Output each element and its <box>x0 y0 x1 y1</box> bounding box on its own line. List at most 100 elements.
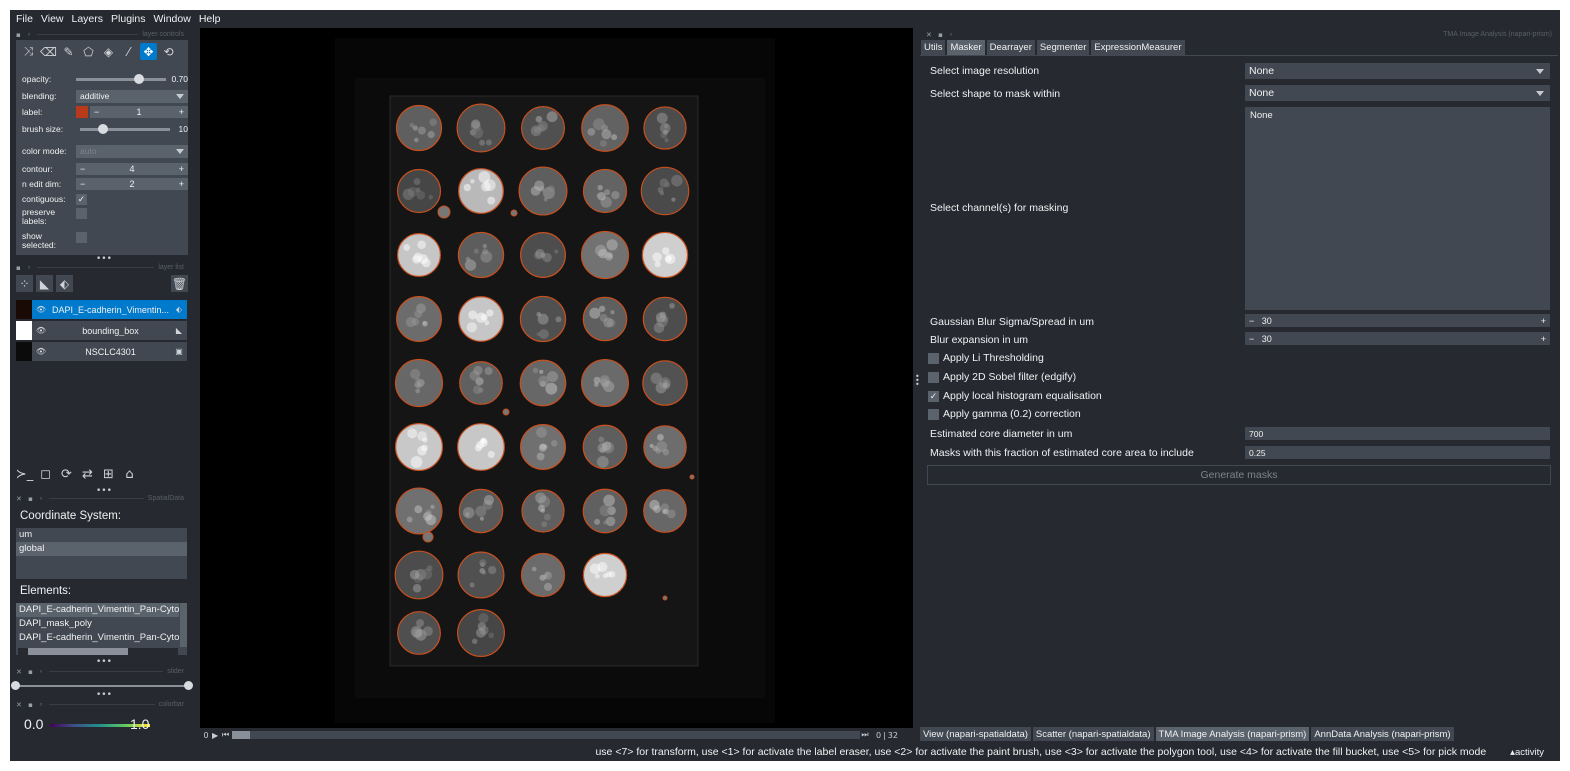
eye-icon[interactable]: 👁 <box>32 326 50 335</box>
paint-brush-icon[interactable]: ✎ <box>60 43 77 60</box>
plus-icon[interactable]: + <box>1541 334 1546 344</box>
n-edit-dim-spinbox[interactable]: −2 + <box>76 178 188 190</box>
tab-masker[interactable]: Masker <box>947 40 985 55</box>
opacity-slider[interactable] <box>76 73 170 85</box>
vertical-scrollbar[interactable] <box>180 603 187 647</box>
eraser-icon[interactable]: ⌫ <box>40 43 57 60</box>
core-texture <box>551 440 558 447</box>
eye-icon[interactable]: 👁 <box>32 305 50 314</box>
menu-view[interactable]: View <box>39 13 70 25</box>
layer-item-labels[interactable]: 👁 DAPI_E-cadherin_Vimentin... ⬖ <box>16 300 187 319</box>
pan-zoom-icon[interactable]: ✥ <box>140 43 157 60</box>
activity-button[interactable]: ▴activity <box>1510 747 1544 758</box>
list-item[interactable]: DAPI_E-cadherin_Vimentin_Pan-Cytoke <box>16 631 179 645</box>
dock-buttons-icon[interactable]: ✕ ▪ ◦ <box>12 668 45 676</box>
shuffle-icon[interactable]: ⤨ <box>20 43 37 60</box>
blur-expansion-spinbox[interactable]: − 30 + <box>1245 332 1550 345</box>
preserve-labels-checkbox[interactable] <box>76 207 87 219</box>
label-spinbox[interactable]: −1 + <box>90 106 188 118</box>
color-mode-combobox[interactable]: auto <box>76 144 188 158</box>
dims-slider[interactable] <box>232 731 860 739</box>
tab-view-spatialdata[interactable]: View (napari-spatialdata) <box>920 727 1031 741</box>
core-diameter-input[interactable]: 700 <box>1245 427 1550 440</box>
tab-utils[interactable]: Utils <box>921 40 946 55</box>
sobel-filter-checkbox[interactable] <box>928 371 939 383</box>
delete-layer-icon[interactable]: 🗑 <box>171 275 188 292</box>
plus-icon[interactable]: + <box>1541 316 1546 326</box>
core-texture <box>546 111 558 123</box>
core-texture <box>532 367 539 374</box>
list-item[interactable]: None <box>1247 109 1548 123</box>
tab-anndata-analysis[interactable]: AnnData Analysis (napari-prism) <box>1311 727 1454 741</box>
horizontal-scrollbar[interactable] <box>18 648 178 655</box>
splitter-handle[interactable]: • • • <box>915 373 920 389</box>
skip-end-icon[interactable]: ⏭ <box>860 730 870 740</box>
list-item[interactable]: global <box>16 542 187 556</box>
viewer-canvas[interactable] <box>200 28 913 728</box>
menu-help[interactable]: Help <box>197 13 227 25</box>
new-shapes-icon[interactable]: ◣ <box>36 275 53 292</box>
polygon-icon[interactable]: ⬠ <box>80 43 97 60</box>
dock-buttons-icon[interactable]: ✕ ▪ ◦ <box>12 701 45 709</box>
fill-bucket-icon[interactable]: ◈ <box>100 43 117 60</box>
layer-item-bounding-box[interactable]: 👁 bounding_box ◣ <box>16 321 187 340</box>
generate-masks-button[interactable]: Generate masks <box>927 465 1551 485</box>
range-slider-track[interactable] <box>14 685 190 687</box>
color-picker-icon[interactable]: ⁄ <box>120 43 137 60</box>
new-labels-icon[interactable]: ⬖ <box>56 275 73 292</box>
layer-item-image[interactable]: 👁 NSCLC4301 ▣ <box>16 342 187 361</box>
contiguous-checkbox[interactable]: ✓ <box>76 193 87 205</box>
li-threshold-checkbox[interactable] <box>928 352 939 364</box>
dock-buttons-icon[interactable]: ✕ ▪ ◦ <box>922 31 955 39</box>
elements-list: DAPI_E-cadherin_Vimentin_Pan-Cytoke DAPI… <box>16 603 187 655</box>
menu-window[interactable]: Window <box>151 13 196 25</box>
tab-expressionmeasurer[interactable]: ExpressionMeasurer <box>1091 40 1185 55</box>
core-texture <box>415 377 421 383</box>
list-item[interactable]: DAPI_mask_poly <box>16 617 179 631</box>
menu-plugins[interactable]: Plugins <box>109 13 151 25</box>
range-slider-max-handle[interactable] <box>184 681 193 690</box>
shape-mask-combobox[interactable]: None <box>1245 85 1550 101</box>
minus-icon[interactable]: − <box>1249 334 1254 344</box>
dock-buttons-icon[interactable]: ▪ ◦ <box>12 31 33 39</box>
gaussian-sigma-spinbox[interactable]: − 30 + <box>1245 314 1550 327</box>
minus-icon[interactable]: − <box>1249 316 1254 326</box>
blending-combobox[interactable]: additive <box>76 89 188 103</box>
tissue-fragment <box>437 205 451 219</box>
histogram-eq-checkbox[interactable]: ✓ <box>928 390 939 402</box>
tab-scatter-spatialdata[interactable]: Scatter (napari-spatialdata) <box>1032 727 1154 741</box>
contour-spinbox[interactable]: −4 + <box>76 163 188 175</box>
play-icon[interactable]: ▶ <box>212 731 222 740</box>
list-item[interactable]: um <box>16 528 187 542</box>
dock-buttons-icon[interactable]: ✕ ▪ ◦ <box>12 495 45 503</box>
core-fraction-input[interactable]: 0.25 <box>1245 446 1550 459</box>
skip-start-icon[interactable]: ⏮ <box>222 730 232 740</box>
gamma-correction-checkbox[interactable] <box>928 408 939 420</box>
show-selected-checkbox[interactable] <box>76 231 87 243</box>
console-icon[interactable]: ≻_ <box>16 466 33 483</box>
label-color-swatch[interactable] <box>76 106 88 118</box>
transform-icon[interactable]: ⟲ <box>160 43 177 60</box>
tab-tma-analysis[interactable]: TMA Image Analysis (napari-prism) <box>1155 727 1310 741</box>
core-texture <box>413 178 421 186</box>
grid-icon[interactable]: ⊞ <box>100 466 117 483</box>
brush-size-slider[interactable] <box>76 123 170 135</box>
roll-dims-icon[interactable]: ⟳ <box>58 466 75 483</box>
range-slider-min-handle[interactable] <box>11 681 20 690</box>
new-points-icon[interactable]: ⁘ <box>16 275 33 292</box>
core-texture <box>530 186 541 196</box>
tab-segmenter[interactable]: Segmenter <box>1036 40 1090 55</box>
ndisplay-icon[interactable]: ◻ <box>37 466 54 483</box>
list-item[interactable]: DAPI_E-cadherin_Vimentin_Pan-Cytoke <box>16 603 179 617</box>
transpose-icon[interactable]: ⇄ <box>79 466 96 483</box>
home-icon[interactable]: ⌂ <box>121 466 138 483</box>
core-texture <box>536 427 547 438</box>
menu-file[interactable]: File <box>14 13 39 25</box>
tab-dearrayer[interactable]: Dearrayer <box>986 40 1035 55</box>
dock-buttons-icon[interactable]: ▪ ◦ <box>12 264 33 272</box>
image-resolution-combobox[interactable]: None <box>1245 63 1550 79</box>
core-texture <box>594 573 600 579</box>
menu-layers[interactable]: Layers <box>70 13 110 25</box>
core-texture <box>410 456 423 468</box>
eye-icon[interactable]: 👁 <box>32 347 50 356</box>
